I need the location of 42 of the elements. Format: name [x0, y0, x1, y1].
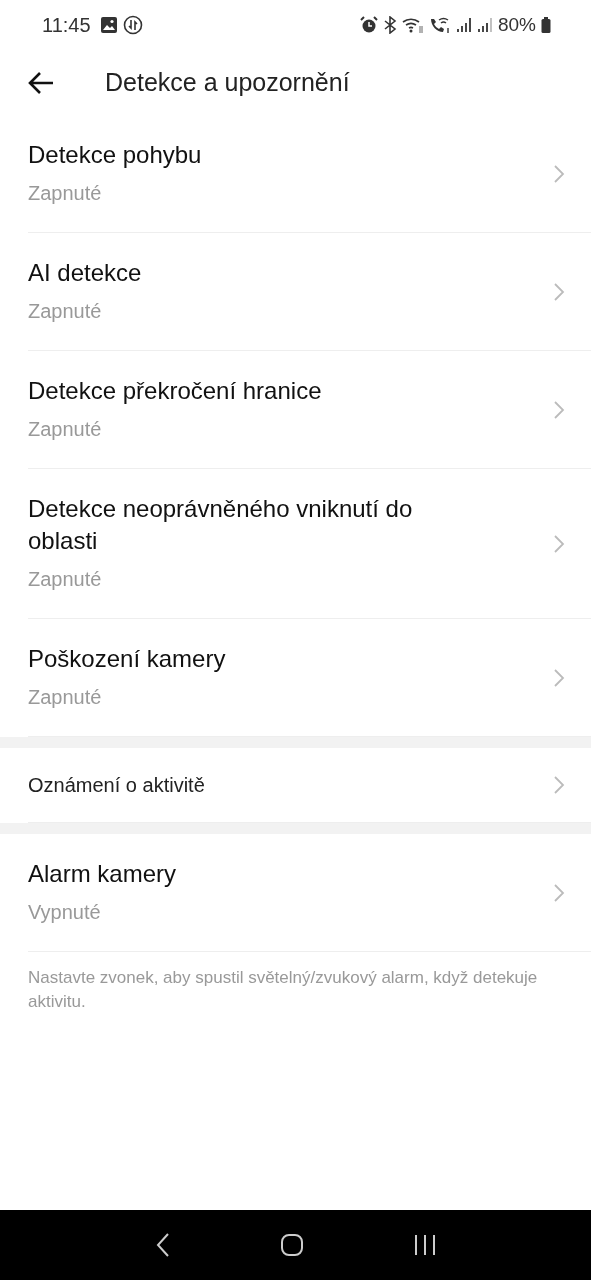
item-title: Detekce překročení hranice	[28, 376, 322, 406]
settings-item[interactable]: Alarm kamery Vypnuté	[28, 834, 591, 952]
item-status: Zapnuté	[28, 299, 102, 324]
signal-icon	[476, 16, 493, 34]
back-arrow-icon[interactable]	[27, 70, 55, 95]
chevron-icon	[553, 667, 565, 688]
item-title: Alarm kamery	[28, 859, 177, 889]
battery-icon	[541, 16, 551, 34]
screen-title: Detekce a upozornění	[105, 68, 350, 97]
call-icon	[428, 16, 451, 34]
chevron-icon	[553, 163, 565, 184]
item-status: Zapnuté	[28, 685, 102, 710]
image-icon	[99, 16, 118, 34]
hint-text: Nastavte zvonek, aby spustil světelný/zvukový alarm, když detekuje aktivitu.	[28, 967, 539, 1013]
settings-item[interactable]: Detekce překročení hranice Zapnuté	[28, 351, 591, 469]
settings-item[interactable]: Detekce pohybu Zapnuté	[28, 115, 591, 233]
wifi-icon	[401, 16, 424, 34]
home-icon[interactable]	[279, 1233, 304, 1257]
battery-level: 80%	[497, 14, 536, 36]
item-title: Detekce pohybu	[28, 140, 202, 170]
item-status: Vypnuté	[28, 900, 101, 925]
chevron-icon	[553, 281, 565, 302]
item-title: Detekce neoprávněného vniknutí do oblasti	[28, 494, 414, 556]
recent-apps-icon[interactable]	[412, 1233, 437, 1257]
item-status: Zapnuté	[28, 181, 102, 206]
settings-item[interactable]: Detekce neoprávněného vniknutí do oblasti Zapnuté	[28, 469, 591, 619]
item-title: Oznámení o aktivitě	[28, 773, 205, 798]
signal-icon	[455, 16, 472, 34]
bluetooth-icon	[382, 16, 397, 34]
alarm-icon	[359, 16, 378, 34]
item-title: AI detekce	[28, 258, 142, 288]
back-icon[interactable]	[154, 1232, 171, 1258]
item-title: Poškození kamery	[28, 644, 226, 674]
chevron-icon	[553, 399, 565, 420]
sync-icon	[122, 15, 143, 35]
settings-item[interactable]: AI detekce Zapnuté	[28, 233, 591, 351]
chevron-icon	[553, 882, 565, 903]
chevron-icon	[553, 775, 565, 795]
chevron-icon	[553, 533, 565, 554]
item-status: Zapnuté	[28, 417, 102, 442]
status-time: 11:45	[42, 13, 91, 37]
item-status: Zapnuté	[28, 567, 102, 592]
